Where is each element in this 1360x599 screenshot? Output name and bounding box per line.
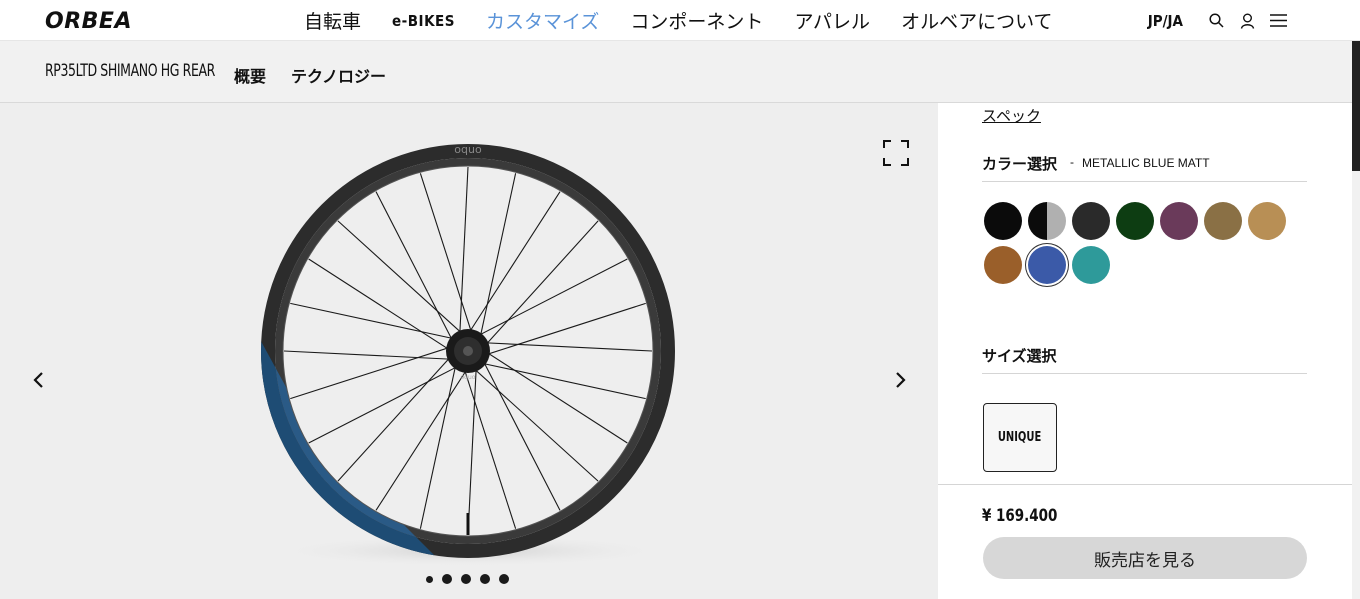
selected-color-name: METALLIC BLUE MATT xyxy=(1082,156,1210,170)
hub-label: oquo xyxy=(461,374,476,381)
wheel-spoke xyxy=(375,191,455,344)
main-nav: 自転車 e-BIKES カスタマイズ コンポーネント アパレル オルベアについて xyxy=(304,0,1084,41)
nav-item-components[interactable]: コンポーネント xyxy=(630,7,763,34)
divider xyxy=(982,373,1307,374)
tab-technology[interactable]: テクノロジー xyxy=(291,63,386,87)
carousel-dots xyxy=(426,574,518,584)
color-swatch[interactable] xyxy=(1072,202,1110,240)
logo-text: ORBEA xyxy=(45,9,132,32)
user-icon[interactable] xyxy=(1237,11,1257,31)
color-separator: - xyxy=(1070,155,1074,169)
divider xyxy=(938,484,1352,485)
wheel-spoke xyxy=(290,302,458,340)
product-subheader: RP35LTD SHIMANO HG REAR 概要 テクノロジー xyxy=(0,41,1352,103)
wheel-spoke xyxy=(478,362,646,400)
carousel-dot[interactable] xyxy=(442,574,452,584)
wheel-image: oquo oquo xyxy=(261,143,675,567)
wheel-spoke xyxy=(462,366,517,529)
divider xyxy=(982,181,1307,182)
scrollbar-thumb[interactable] xyxy=(1352,41,1360,171)
carousel-dot[interactable] xyxy=(426,575,433,583)
wheel-spoke xyxy=(467,364,477,536)
color-swatch[interactable] xyxy=(1160,202,1198,240)
color-swatch[interactable] xyxy=(1248,202,1286,240)
size-option-label: UNIQUE xyxy=(998,430,1042,445)
wheel-spoke xyxy=(308,364,461,444)
search-icon[interactable] xyxy=(1206,11,1226,31)
wheel-spoke xyxy=(283,350,455,360)
carousel-dot[interactable] xyxy=(480,574,490,584)
wheel-spoke xyxy=(419,361,457,529)
product-gallery: oquo oquo xyxy=(0,103,938,599)
nav-item-bikes[interactable]: 自転車 xyxy=(304,7,361,34)
wheel-spoke xyxy=(481,358,561,511)
nav-item-customize[interactable]: カスタマイズ xyxy=(486,7,599,34)
wheel-spoke xyxy=(290,345,453,400)
nav-item-ebikes[interactable]: e-BIKES xyxy=(392,12,455,30)
color-swatch[interactable] xyxy=(1072,246,1110,284)
product-title: RP35LTD SHIMANO HG REAR xyxy=(45,61,215,81)
product-price: ¥ 169.400 xyxy=(982,506,1058,526)
language-selector[interactable]: JP/JA xyxy=(1148,12,1183,30)
color-swatch[interactable] xyxy=(1028,202,1066,240)
spec-link[interactable]: スペック xyxy=(982,105,1041,126)
wheel-spoke xyxy=(459,166,469,338)
orbea-logo[interactable]: ORBEA xyxy=(45,8,195,32)
wheel-spoke xyxy=(479,173,517,341)
next-arrow-icon[interactable] xyxy=(890,370,910,390)
find-dealer-button[interactable]: 販売店を見る xyxy=(983,537,1307,579)
nav-item-about[interactable]: オルベアについて xyxy=(901,7,1052,34)
prev-arrow-icon[interactable] xyxy=(29,370,49,390)
size-option-unique[interactable]: UNIQUE xyxy=(983,403,1057,472)
carousel-dot[interactable] xyxy=(461,574,471,584)
color-swatch[interactable] xyxy=(984,202,1022,240)
nav-utilities: JP/JA xyxy=(1148,0,1288,41)
color-swatch[interactable] xyxy=(1028,246,1066,284)
color-swatch[interactable] xyxy=(1116,202,1154,240)
wheel-spoke xyxy=(475,258,628,338)
menu-icon[interactable] xyxy=(1268,11,1288,31)
carousel-dot[interactable] xyxy=(499,574,509,584)
config-panel: スペック カラー選択 - METALLIC BLUE MATT サイズ選択 UN… xyxy=(938,103,1352,599)
color-swatch[interactable] xyxy=(1204,202,1242,240)
rim-brand-label: oquo xyxy=(454,143,482,156)
nav-item-apparel[interactable]: アパレル xyxy=(794,7,870,34)
color-section-title: カラー選択 xyxy=(982,156,1058,173)
color-swatch[interactable] xyxy=(984,246,1022,284)
size-section-title: サイズ選択 xyxy=(982,348,1057,365)
wheel-spoke xyxy=(481,342,653,352)
top-nav: ORBEA 自転車 e-BIKES カスタマイズ コンポーネント アパレル オル… xyxy=(0,0,1360,41)
tab-overview[interactable]: 概要 xyxy=(234,63,266,87)
wheel-spoke xyxy=(419,173,474,336)
wheel-spoke xyxy=(483,302,646,357)
page-scrollbar[interactable] xyxy=(1352,41,1360,599)
fullscreen-icon[interactable] xyxy=(883,140,909,166)
